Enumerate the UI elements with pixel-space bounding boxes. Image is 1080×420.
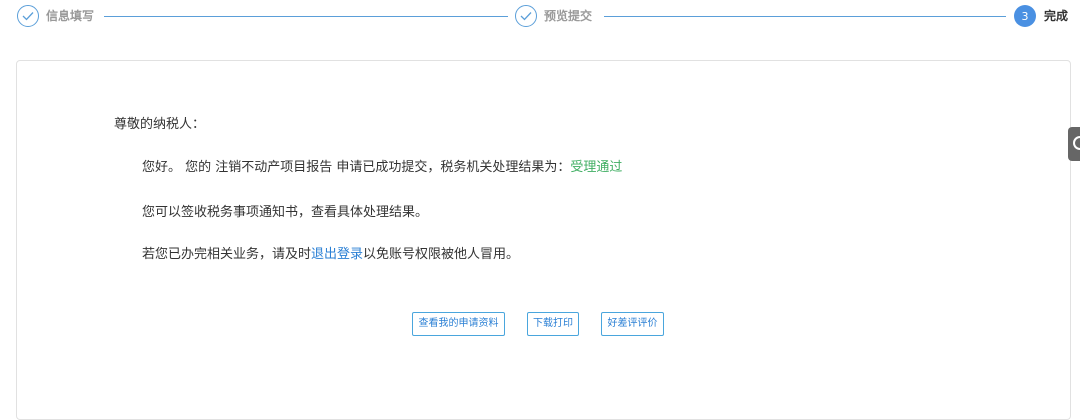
check-icon: [515, 5, 537, 27]
result-prefix: 您好。 您的 注销不动产项目报告 申请已成功提交，税务机关处理结果为：: [142, 160, 571, 175]
result-panel: 尊敬的纳税人： 您好。 您的 注销不动产项目报告 申请已成功提交，税务机关处理结…: [16, 60, 1071, 420]
step-label-info: 信息填写: [46, 9, 95, 23]
step-label-preview: 预览提交: [544, 9, 593, 23]
step-connector: [604, 16, 1006, 17]
side-help-tab[interactable]: [1068, 127, 1080, 161]
step-number-badge: 3: [1014, 5, 1036, 27]
step-connector: [104, 16, 508, 17]
progress-steps: 信息填写 预览提交 3 完成: [0, 0, 1080, 34]
reminder-suffix: 以免账号权限被他人冒用。: [363, 247, 520, 262]
check-icon: [17, 5, 39, 27]
rate-service-button[interactable]: 好差评评价: [601, 312, 664, 336]
download-print-button[interactable]: 下载打印: [527, 312, 579, 336]
help-icon: [1073, 136, 1080, 150]
logout-link[interactable]: 退出登录: [311, 247, 363, 262]
view-application-button[interactable]: 查看我的申请资料: [412, 312, 505, 336]
salutation: 尊敬的纳税人：: [114, 117, 206, 132]
logout-reminder: 若您已办完相关业务，请及时退出登录以免账号权限被他人冒用。: [142, 247, 519, 263]
reminder-prefix: 若您已办完相关业务，请及时: [142, 247, 312, 262]
step-label-complete: 完成: [1044, 9, 1069, 23]
submission-result-text: 您好。 您的 注销不动产项目报告 申请已成功提交，税务机关处理结果为：受理通过: [142, 160, 622, 176]
result-status: 受理通过: [570, 160, 623, 175]
notice-info-text: 您可以签收税务事项通知书，查看具体处理结果。: [142, 205, 429, 220]
